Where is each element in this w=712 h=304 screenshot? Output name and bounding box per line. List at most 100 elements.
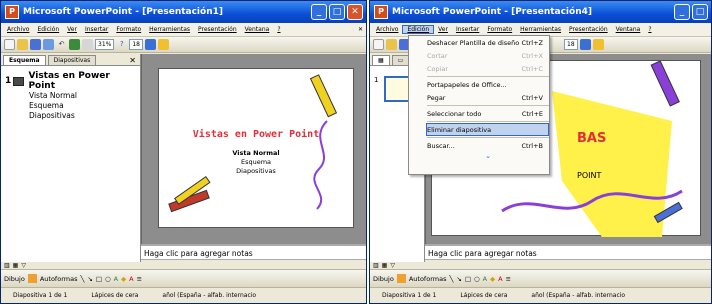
close-button[interactable]: ✕ — [347, 4, 363, 20]
menu-item-label: Pegar — [427, 93, 446, 102]
design-icon[interactable] — [144, 39, 156, 50]
slide-canvas[interactable]: Vistas en Power Point Vista Normal Esque… — [158, 68, 354, 228]
wordart-icon[interactable]: A — [483, 275, 487, 283]
tab-esquema[interactable]: Esquema — [3, 55, 46, 65]
notes-pane[interactable]: Haga clic para agregar notas — [425, 244, 711, 259]
powerpoint-window-right: P Microsoft PowerPoint - [Presentación4]… — [369, 0, 712, 304]
line-style-icon[interactable]: ≡ — [506, 275, 511, 283]
help-icon[interactable]: ? — [116, 39, 127, 50]
tab-diapositivas[interactable]: Diapositivas — [47, 55, 97, 65]
status-bar: Diapositiva 1 de 1 Lápices de cera añol … — [370, 287, 711, 303]
horizontal-scrollbar[interactable] — [141, 259, 366, 269]
close-panel-icon[interactable]: ✕ — [129, 56, 140, 65]
draw-menu[interactable]: Dibujo — [4, 275, 25, 283]
outline-bullet[interactable]: Diapositivas — [5, 111, 136, 121]
save-icon[interactable] — [30, 39, 41, 50]
outline-bullet[interactable]: Vista Normal — [5, 91, 136, 101]
oval-icon[interactable]: ○ — [105, 275, 111, 283]
menu-ver[interactable]: Ver — [434, 26, 452, 33]
powerpoint-window-left: P Microsoft PowerPoint - [Presentación1]… — [0, 0, 367, 304]
autoshapes-menu[interactable]: Autoformas — [409, 275, 447, 283]
new-slide-icon[interactable] — [592, 39, 604, 50]
minimize-button[interactable]: _ — [311, 4, 327, 20]
slide-title[interactable]: Vistas en Power Point — [159, 129, 353, 140]
menu-formato[interactable]: Formato — [483, 26, 516, 33]
menu-archivo[interactable]: Archivo — [372, 26, 402, 33]
menu-item-6[interactable]: Eliminar diapositiva — [426, 123, 549, 136]
outline-content[interactable]: 1 Vistas en Power Point Vista Normal Esq… — [1, 66, 140, 126]
open-icon[interactable] — [17, 39, 28, 50]
line-style-icon[interactable]: ≡ — [137, 275, 142, 283]
menu-edicion[interactable]: Edición — [33, 26, 63, 33]
menu-formato[interactable]: Formato — [112, 26, 145, 33]
slide-fragment[interactable]: POINT — [577, 171, 601, 180]
wordart-icon[interactable]: A — [114, 275, 118, 283]
menu-ver[interactable]: Ver — [63, 26, 81, 33]
slide-fragment[interactable]: BAS — [577, 131, 606, 146]
menu-herramientas[interactable]: Herramientas — [516, 26, 565, 33]
rectangle-icon[interactable]: □ — [96, 275, 102, 283]
select-icon[interactable] — [396, 274, 406, 283]
menu-separator — [427, 76, 549, 77]
autoshapes-menu[interactable]: Autoformas — [40, 275, 78, 283]
menu-archivo[interactable]: Archivo — [3, 26, 33, 33]
menu-insertar[interactable]: Insertar — [452, 26, 483, 33]
fill-color-icon[interactable]: ◆ — [121, 275, 126, 283]
new-slide-icon[interactable] — [157, 39, 169, 50]
menu-item-4[interactable]: Pegar Ctrl+V — [427, 91, 549, 104]
menu-presentacion[interactable]: Presentación — [565, 26, 612, 33]
slide-number: 1 — [5, 76, 12, 86]
outline-title[interactable]: Vistas en Power Point — [28, 71, 136, 91]
line-icon[interactable]: ╲ — [80, 275, 84, 283]
menu-item-1[interactable]: Cortar Ctrl+X — [427, 49, 549, 62]
menu-item-5[interactable]: Seleccionar todo Ctrl+E — [427, 107, 549, 120]
minimize-button[interactable]: _ — [674, 4, 690, 20]
new-icon[interactable] — [4, 39, 15, 50]
oval-icon[interactable]: ○ — [474, 275, 480, 283]
expand-menu-icon[interactable]: ⌄ — [427, 152, 549, 160]
undo-icon[interactable]: ↶ — [56, 39, 67, 50]
menu-item-2[interactable]: Copiar Ctrl+C — [427, 62, 549, 75]
select-icon[interactable] — [27, 274, 37, 283]
menu-presentacion[interactable]: Presentación — [194, 26, 241, 33]
maximize-button[interactable]: □ — [692, 4, 708, 20]
menu-item-0[interactable]: Deshacer Plantilla de diseño Ctrl+Z — [427, 36, 549, 49]
fill-color-icon[interactable]: ◆ — [490, 275, 495, 283]
slide-bullet[interactable]: Vista Normal — [159, 149, 353, 158]
menu-herramientas[interactable]: Herramientas — [145, 26, 194, 33]
menu-ventana[interactable]: Ventana — [241, 26, 274, 33]
table-icon[interactable] — [82, 39, 93, 50]
menu-ventana[interactable]: Ventana — [612, 26, 645, 33]
arrow-icon[interactable]: ↘ — [87, 275, 92, 283]
font-size-combo[interactable]: 18 — [129, 39, 143, 50]
chart-icon[interactable] — [69, 39, 80, 50]
design-icon[interactable] — [579, 39, 591, 50]
notes-pane[interactable]: Haga clic para agregar notas — [141, 244, 366, 259]
menu-item-3[interactable]: Portapapeles de Office... — [427, 78, 549, 91]
slide-bullet[interactable]: Diapositivas — [159, 167, 353, 176]
tab-slides-icon[interactable]: ▦ — [372, 55, 390, 65]
arrow-icon[interactable]: ↘ — [456, 275, 461, 283]
horizontal-scrollbar[interactable] — [425, 259, 711, 269]
new-icon[interactable] — [373, 39, 384, 50]
menu-item-shortcut: Ctrl+X — [521, 51, 543, 60]
rectangle-icon[interactable]: □ — [465, 275, 471, 283]
line-icon[interactable]: ╲ — [449, 275, 453, 283]
menu-help[interactable]: ? — [273, 26, 284, 33]
tab-outline-icon[interactable]: ▭ — [391, 55, 410, 65]
font-size-combo[interactable]: 18 — [564, 39, 578, 50]
menu-help[interactable]: ? — [644, 26, 655, 33]
font-color-icon[interactable]: A — [498, 275, 502, 283]
print-icon[interactable] — [43, 39, 54, 50]
zoom-combo[interactable]: 31% — [95, 39, 115, 50]
font-color-icon[interactable]: A — [129, 275, 133, 283]
close-doc-icon[interactable]: ✕ — [358, 26, 363, 33]
maximize-button[interactable]: □ — [329, 4, 345, 20]
menu-item-7[interactable]: Buscar... Ctrl+B — [427, 139, 549, 152]
menu-edicion[interactable]: Edición — [402, 25, 435, 34]
draw-menu[interactable]: Dibujo — [373, 275, 394, 283]
slide-bullet[interactable]: Esquema — [159, 158, 353, 167]
open-icon[interactable] — [386, 39, 397, 50]
outline-bullet[interactable]: Esquema — [5, 101, 136, 111]
menu-insertar[interactable]: Insertar — [81, 26, 112, 33]
